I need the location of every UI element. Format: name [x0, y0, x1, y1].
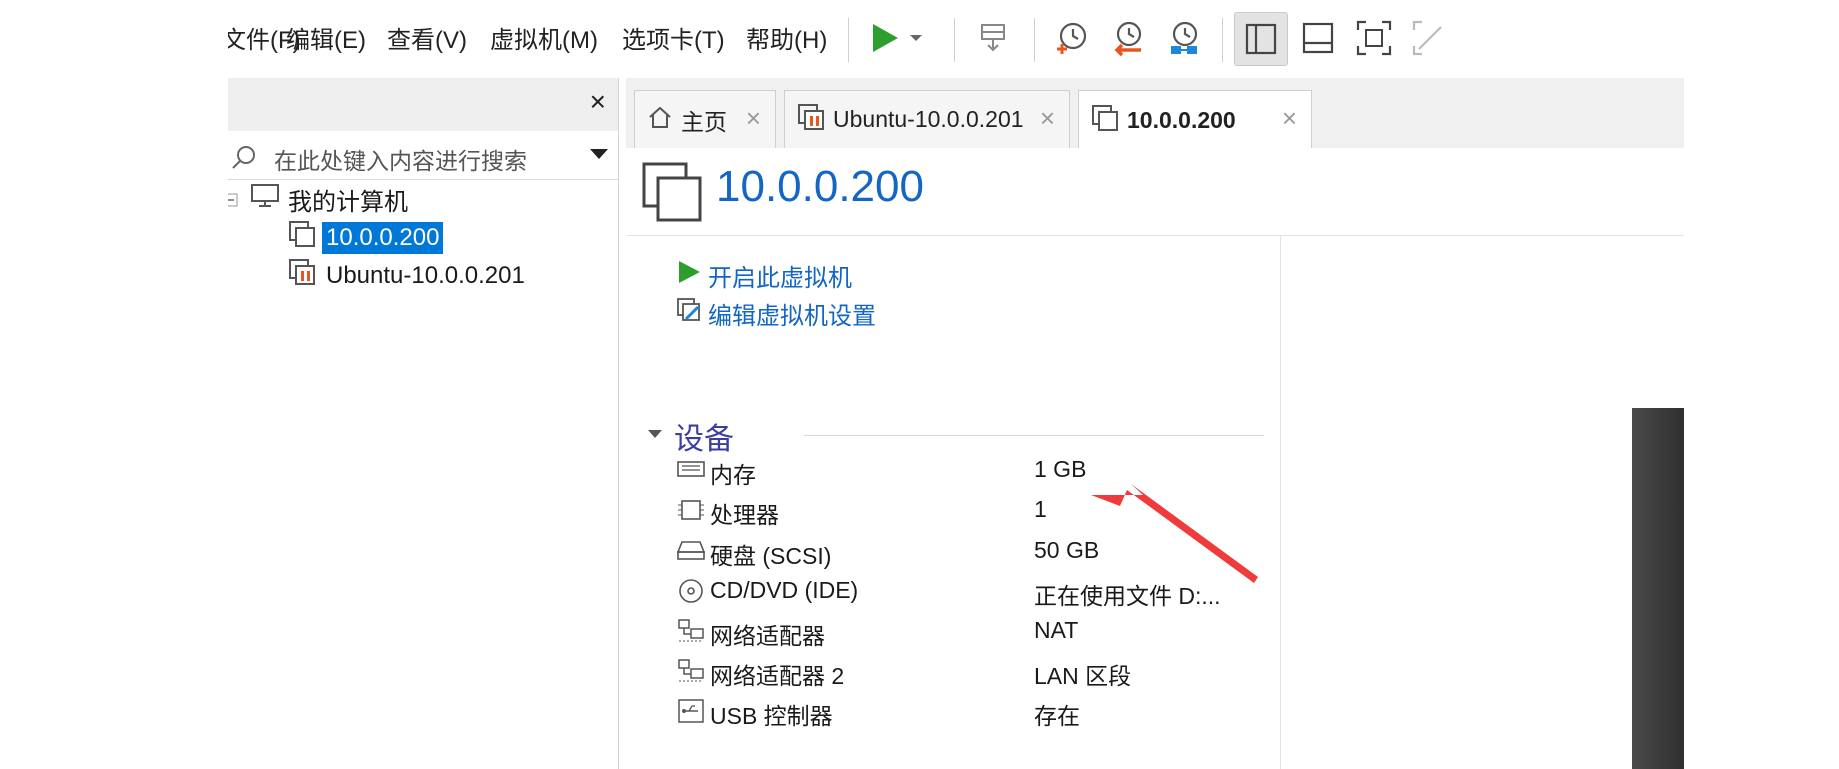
library-search[interactable]: 在此处键入内容进行搜索 — [228, 131, 618, 180]
device-row-memory[interactable]: 内存 1 GB — [676, 450, 1276, 490]
device-row-cd-dvd[interactable]: CD/DVD (IDE) 正在使用文件 D:... — [676, 571, 1276, 611]
device-row-cpu[interactable]: 处理器 1 — [676, 490, 1276, 530]
device-value: 50 GB — [1034, 537, 1100, 563]
device-value: 1 GB — [1034, 456, 1087, 482]
edit-settings-link[interactable]: 编辑虚拟机设置 — [676, 296, 876, 331]
revert-snapshot-icon[interactable] — [1102, 12, 1154, 64]
vm-screen-preview[interactable] — [1632, 408, 1684, 769]
menu-view[interactable]: 查看(V) — [387, 20, 467, 55]
fullscreen-icon[interactable] — [1348, 12, 1400, 64]
divider — [804, 435, 1264, 436]
library-header: × — [228, 78, 618, 131]
tab-label: Ubuntu-10.0.0.201 — [833, 106, 1024, 132]
memory-icon — [676, 456, 706, 487]
main-area: 主页 × Ubuntu-10.0.0.201 × 10.0.0.200 × 10… — [626, 78, 1684, 769]
unity-icon[interactable] — [1404, 12, 1456, 64]
tab-close-icon[interactable]: × — [1040, 103, 1055, 134]
divider — [626, 235, 1684, 236]
device-name: 内存 — [710, 462, 756, 488]
cd-icon — [676, 577, 706, 610]
thumbnail-view-icon[interactable] — [1292, 12, 1344, 64]
tree-item-label[interactable]: 10.0.0.200 — [322, 221, 444, 254]
device-name: 网络适配器 — [710, 623, 825, 649]
tab-close-icon[interactable]: × — [746, 103, 761, 134]
device-value: 1 — [1034, 496, 1047, 522]
device-value: 存在 — [1034, 703, 1080, 729]
tab-current-vm[interactable]: 10.0.0.200 × — [1078, 90, 1312, 150]
tab-close-icon[interactable]: × — [1282, 103, 1297, 134]
snapshot-manager-icon[interactable] — [1158, 12, 1210, 64]
page-title: 10.0.0.200 — [716, 162, 924, 211]
tree-item-label[interactable]: Ubuntu-10.0.0.201 — [326, 262, 525, 290]
snapshot-icon[interactable] — [1046, 12, 1098, 64]
edit-settings-label[interactable]: 编辑虚拟机设置 — [708, 296, 876, 331]
vmware-window: 文件(F) 编辑(E) 查看(V) 虚拟机(M) 选项卡(T) 帮助(H) × … — [228, 0, 1684, 769]
vm-large-icon — [640, 160, 706, 231]
device-value: 正在使用文件 D:... — [1034, 583, 1221, 609]
device-row-usb[interactable]: USB 控制器 存在 — [676, 691, 1276, 731]
vm-suspended-icon — [288, 258, 316, 293]
tree-item-vm-1[interactable]: 10.0.0.200 — [288, 220, 444, 255]
play-icon — [676, 259, 702, 292]
device-name: 处理器 — [710, 502, 779, 528]
menu-edit[interactable]: 编辑(E) — [286, 20, 366, 55]
tab-label: 主页 — [681, 108, 727, 135]
tree-root-my-computer[interactable]: 我的计算机 — [228, 182, 408, 217]
tab-ubuntu-vm[interactable]: Ubuntu-10.0.0.201 × — [784, 90, 1070, 148]
collapse-icon[interactable] — [228, 186, 238, 214]
menu-vm[interactable]: 虚拟机(M) — [490, 20, 598, 55]
vm-icon — [1091, 104, 1119, 137]
device-name: 网络适配器 2 — [710, 663, 845, 689]
device-value: NAT — [1034, 617, 1079, 643]
library-close-button[interactable]: × — [590, 86, 606, 118]
device-value: LAN 区段 — [1034, 663, 1132, 689]
search-input[interactable]: 在此处键入内容进行搜索 — [274, 142, 527, 176]
usb-icon — [676, 697, 706, 730]
vm-suspended-icon — [797, 103, 825, 136]
search-dropdown-icon[interactable] — [588, 145, 610, 168]
menu-help[interactable]: 帮助(H) — [746, 20, 827, 55]
collapse-triangle-icon[interactable] — [646, 427, 664, 446]
divider — [1280, 235, 1281, 769]
device-row-network-2[interactable]: 网络适配器 2 LAN 区段 — [676, 651, 1276, 691]
search-icon — [230, 143, 260, 178]
network-icon — [676, 657, 706, 690]
send-keys-icon[interactable] — [968, 12, 1020, 64]
vm-icon — [288, 220, 316, 255]
tree-item-vm-2[interactable]: Ubuntu-10.0.0.201 — [288, 258, 525, 293]
tab-home[interactable]: 主页 × — [634, 90, 776, 148]
power-on-link[interactable]: 开启此虚拟机 — [676, 258, 852, 293]
hard-disk-icon — [676, 537, 706, 568]
device-row-hard-disk[interactable]: 硬盘 (SCSI) 50 GB — [676, 531, 1276, 571]
device-row-network-1[interactable]: 网络适配器 NAT — [676, 611, 1276, 651]
power-on-label[interactable]: 开启此虚拟机 — [708, 258, 852, 293]
menu-tabs[interactable]: 选项卡(T) — [622, 20, 725, 55]
device-name: CD/DVD (IDE) — [710, 577, 859, 603]
tree-root-label: 我的计算机 — [288, 189, 408, 216]
network-icon — [676, 617, 706, 650]
device-name: 硬盘 (SCSI) — [710, 543, 832, 569]
library-view-icon[interactable] — [1234, 12, 1288, 66]
cpu-icon — [676, 496, 706, 529]
edit-settings-icon — [676, 297, 702, 330]
tab-label: 10.0.0.200 — [1127, 107, 1236, 133]
device-name: USB 控制器 — [710, 703, 833, 729]
vm-summary-page: 10.0.0.200 开启此虚拟机 编辑虚拟机设置 设备 内存 1 GB 处理器… — [626, 148, 1684, 769]
library-panel: × 在此处键入内容进行搜索 我的计算机 10.0.0.200 Ubuntu-10… — [228, 78, 619, 769]
dropdown-icon[interactable] — [902, 12, 930, 64]
menu-toolbar-bar: 文件(F) 编辑(E) 查看(V) 虚拟机(M) 选项卡(T) 帮助(H) — [228, 0, 1684, 76]
computer-icon — [250, 183, 280, 216]
home-icon — [647, 104, 673, 135]
